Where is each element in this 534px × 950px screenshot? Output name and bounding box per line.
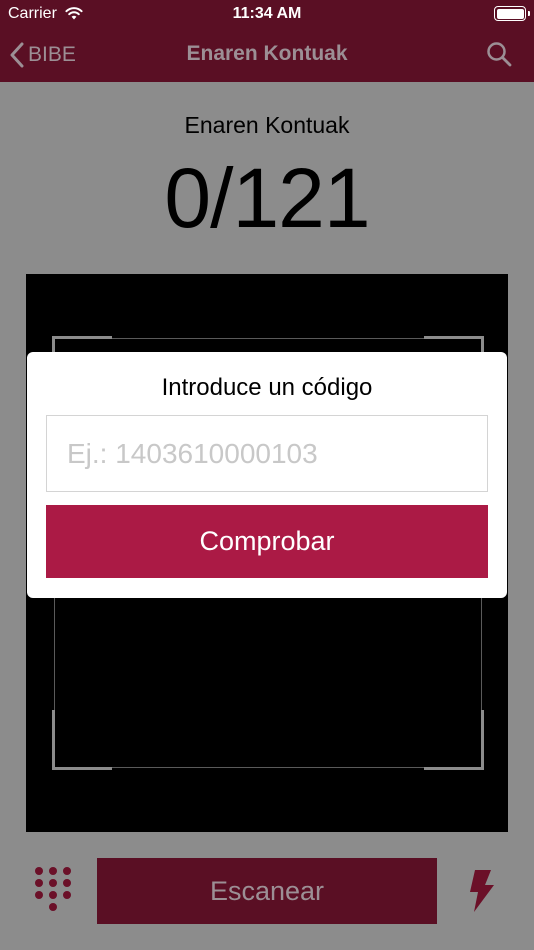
scan-corner-bottom-left: [52, 710, 112, 770]
check-button[interactable]: Comprobar: [46, 505, 488, 578]
code-input[interactable]: [46, 415, 488, 492]
flash-icon: [470, 870, 494, 912]
counter-value: 0/121: [164, 151, 370, 245]
code-entry-dialog: Introduce un código Comprobar: [27, 352, 507, 598]
flash-button[interactable]: [466, 868, 496, 919]
clock: 11:34 AM: [232, 5, 302, 22]
search-button[interactable]: [486, 41, 512, 72]
scan-corner-bottom-right: [424, 710, 484, 770]
bottom-toolbar: Escanear: [0, 832, 534, 950]
dialog-title: Introduce un código: [161, 374, 373, 401]
keypad-button[interactable]: [33, 867, 73, 917]
scan-button[interactable]: Escanear: [97, 858, 437, 924]
battery-icon: [494, 6, 530, 21]
search-icon: [487, 42, 512, 67]
counter-label: Enaren Kontuak: [184, 112, 350, 138]
page-title: Enaren Kontuak: [186, 42, 348, 65]
navigation-bar: BIBE Enaren Kontuak: [0, 28, 534, 82]
status-bar: Carrier 11:34 AM: [0, 0, 534, 28]
